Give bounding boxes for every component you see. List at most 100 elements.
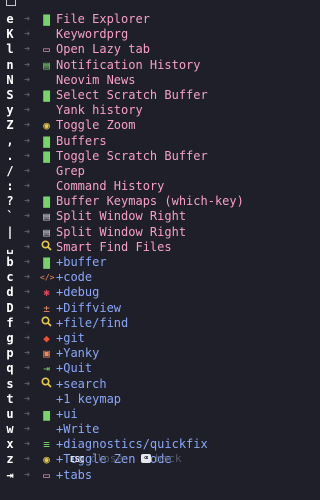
file-icon: ▇ — [43, 256, 50, 269]
arrow-right-icon: ➜ — [23, 317, 31, 329]
keymap-description: Neovim News — [56, 72, 136, 87]
arrow-right-icon: ➜ — [23, 196, 31, 208]
keymap-row[interactable]: N ➜ Neovim News — [0, 73, 253, 88]
keymap-row[interactable]: D ➜ ± +Diffview — [0, 301, 253, 316]
keymap-key: f — [6, 315, 14, 330]
keymap-key: ? — [6, 194, 14, 209]
keymap-description: +git — [56, 330, 85, 345]
keymap-row[interactable]: w ➜ +Write — [0, 422, 253, 437]
keymap-description: Command History — [56, 179, 165, 194]
keymap-row[interactable]: d ➜ ✱ +debug — [0, 285, 253, 300]
file-icon: ▇ — [43, 13, 50, 26]
keymap-key: c — [6, 270, 14, 285]
keymap-description: +Write — [56, 422, 100, 437]
file-icon: ▇ — [43, 195, 50, 209]
arrow-right-icon: ➜ — [23, 150, 31, 162]
file-icon: ▇ — [43, 149, 50, 163]
arrow-right-icon: ➜ — [23, 14, 31, 25]
keymap-row[interactable]: x ➜ ≡ +diagnostics/quickfix — [0, 437, 253, 452]
arrow-right-icon: ➜ — [23, 226, 31, 238]
keymap-description: Yank history — [56, 103, 143, 118]
diagnostics-icon: ≡ — [43, 438, 50, 452]
keymap-key: l — [6, 42, 14, 57]
keymap-row[interactable]: . ➜ ▇ Toggle Scratch Buffer — [0, 149, 253, 164]
keymap-description: Select Scratch Buffer — [56, 87, 208, 102]
arrow-right-icon: ➜ — [23, 272, 31, 284]
keymap-row[interactable]: c ➜ </> +code — [0, 270, 253, 285]
keymap-description: Keywordprg — [56, 27, 129, 42]
keymap-row[interactable]: , ➜ ▇ Buffers — [0, 134, 253, 149]
keymap-key: N — [6, 72, 14, 87]
keymap-row[interactable]: p ➜ ▣ +Yanky — [0, 346, 253, 361]
keymap-description: +tabs — [56, 467, 93, 482]
keymap-key: K — [6, 27, 14, 42]
arrow-right-icon: ➜ — [23, 135, 31, 147]
keymap-row[interactable]: q ➜ ⇥ +Quit — [0, 361, 253, 376]
keymap-row[interactable]: e ➜ ▇ File Explorer — [0, 12, 253, 27]
arrow-right-icon: ➜ — [23, 59, 31, 71]
keymap-row[interactable]: ? ➜ ▇ Buffer Keymaps (which-key) — [0, 194, 253, 209]
keymap-key: D — [6, 300, 14, 315]
keymap-description: Split Window Right — [56, 224, 187, 239]
keymap-row[interactable]: ` ➜ ▤ Split Window Right — [0, 209, 253, 224]
keymap-row[interactable]: u ➜ ▆ +ui — [0, 407, 253, 422]
keymap-description: +debug — [56, 285, 100, 300]
keymap-key: p — [6, 346, 14, 361]
arrow-right-icon: ➜ — [23, 363, 31, 375]
keymap-row[interactable]: | ➜ ▤ Split Window Right — [0, 225, 253, 240]
keymap-row[interactable]: g ➜ ◆ +git — [0, 331, 253, 346]
keymap-description: +diagnostics/quickfix — [56, 437, 208, 452]
arrow-right-icon: ➜ — [23, 105, 31, 117]
keymap-key: e — [6, 12, 14, 26]
arrow-right-icon: ➜ — [23, 211, 31, 223]
search-icon — [40, 240, 53, 255]
keymap-list: e ➜ ▇ File Explorer K ➜ Keywordprg l ➜ ▭ Open Lazy… — [0, 12, 253, 483]
keymap-description: Toggle Scratch Buffer — [56, 148, 208, 163]
leader-key-indicator — [6, 0, 16, 6]
tabs-icon: ▭ — [43, 468, 50, 482]
keymap-key: n — [6, 57, 14, 72]
keymap-row[interactable]: ␣ ➜ Smart Find Files — [0, 240, 253, 255]
arrow-right-icon: ➜ — [23, 120, 31, 132]
file-icon: ▇ — [43, 88, 50, 102]
close-hint-label[interactable]: close — [90, 452, 123, 466]
back-hint-label[interactable]: back — [155, 452, 182, 466]
window-icon: ▭ — [43, 43, 50, 57]
keymap-row[interactable]: t ➜ +1 keymap — [0, 392, 253, 407]
keymap-description: +file/find — [56, 315, 129, 330]
split-window-icon: ▤ — [43, 225, 50, 239]
keymap-key: d — [6, 285, 14, 300]
keymap-description: +1 keymap — [56, 391, 122, 406]
keymap-row[interactable]: s ➜ +search — [0, 377, 253, 392]
keymap-description: Split Window Right — [56, 209, 187, 224]
search-icon — [40, 376, 53, 392]
keymap-row[interactable]: n ➜ ▤ Notification History — [0, 58, 253, 73]
keymap-row[interactable]: b ➜ ▇ +buffer — [0, 255, 253, 270]
keymap-description: +search — [56, 376, 107, 391]
keymap-key: q — [6, 361, 14, 376]
keymap-row[interactable]: f ➜ +file/find — [0, 316, 253, 331]
keymap-key: , — [6, 133, 14, 148]
keymap-row[interactable]: ⇥ ➜ ▭ +tabs — [0, 468, 253, 483]
keymap-row[interactable]: / ➜ Grep — [0, 164, 253, 179]
keymap-row[interactable]: Z ➜ ◉ Toggle Zoom — [0, 118, 253, 133]
keymap-description: Toggle Zoom — [56, 118, 136, 133]
arrow-right-icon: ➜ — [23, 469, 31, 481]
footer-hints: ESC close ⌫ back — [0, 452, 253, 466]
arrow-right-icon: ➜ — [23, 44, 31, 56]
keymap-key: g — [6, 330, 14, 345]
keymap-row[interactable]: K ➜ Keywordprg — [0, 27, 253, 42]
backspace-key-hint: ⌫ — [141, 454, 151, 463]
keymap-row[interactable]: l ➜ ▭ Open Lazy tab — [0, 42, 253, 57]
arrow-right-icon: ➜ — [23, 29, 31, 41]
keymap-row[interactable]: : ➜ Command History — [0, 179, 253, 194]
keymap-row[interactable]: y ➜ Yank history — [0, 103, 253, 118]
keymap-description: Grep — [56, 163, 85, 178]
arrow-right-icon: ➜ — [23, 378, 31, 390]
keymap-key: . — [6, 148, 14, 163]
keymap-row[interactable]: S ➜ ▇ Select Scratch Buffer — [0, 88, 253, 103]
arrow-right-icon: ➜ — [23, 257, 31, 268]
keymap-key: ` — [6, 209, 14, 224]
arrow-right-icon: ➜ — [23, 241, 31, 253]
keymap-key: s — [6, 376, 14, 391]
